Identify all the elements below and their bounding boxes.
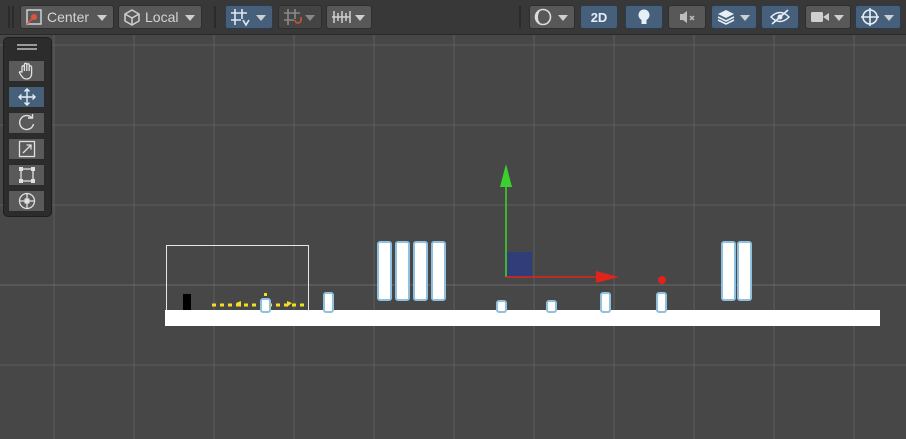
- move-tool-button[interactable]: [8, 86, 45, 108]
- chevron-down-icon: [185, 15, 195, 21]
- chevron-down-icon: [305, 15, 315, 21]
- mode-2d-toggle[interactable]: 2D: [580, 5, 618, 29]
- increment-snap-toggle[interactable]: [278, 5, 322, 29]
- gizmo-sphere-icon: [861, 8, 879, 26]
- space-dropdown[interactable]: Local: [118, 5, 202, 29]
- scene-canvas[interactable]: [0, 35, 906, 439]
- small-pillar[interactable]: [260, 298, 271, 313]
- chevron-down-icon: [558, 15, 568, 21]
- grid-snapping-toggle[interactable]: [225, 5, 273, 29]
- tall-pillar[interactable]: [413, 241, 428, 301]
- rotate-tool-button[interactable]: [8, 112, 45, 134]
- scene-grid: [0, 35, 906, 439]
- tall-pillar[interactable]: [377, 241, 392, 301]
- hand-tool-button[interactable]: [8, 60, 45, 82]
- pivot-icon: [26, 9, 42, 25]
- grid-snap-icon: [231, 9, 250, 27]
- gizmo-x-arrow-icon[interactable]: [596, 271, 619, 283]
- rect-tool-button[interactable]: [8, 164, 45, 186]
- grid-visibility-toggle[interactable]: [326, 5, 372, 29]
- mode-2d-label: 2D: [590, 9, 608, 25]
- toolbar-grip[interactable]: [12, 6, 14, 28]
- tall-pillar[interactable]: [395, 241, 410, 301]
- transform-tool-button[interactable]: [8, 190, 45, 212]
- chevron-down-icon: [884, 15, 894, 21]
- chevron-down-icon: [97, 15, 107, 21]
- tall-pillar[interactable]: [721, 241, 736, 301]
- tools-overlay: [3, 37, 52, 217]
- scene-visibility-toggle[interactable]: [761, 5, 799, 29]
- lightbulb-icon: [638, 9, 650, 24]
- gizmos-dropdown[interactable]: [855, 5, 901, 29]
- lighting-toggle[interactable]: [625, 5, 663, 29]
- chevron-down-icon: [256, 15, 266, 21]
- move-arrows-icon: [17, 88, 36, 106]
- red-marker[interactable]: [658, 276, 666, 284]
- scene-viewport[interactable]: [0, 35, 906, 439]
- space-label: Local: [145, 9, 179, 25]
- overlay-grip[interactable]: [17, 44, 37, 46]
- toolbar-grip[interactable]: [8, 6, 10, 28]
- pivot-dropdown[interactable]: Center: [20, 5, 114, 29]
- tall-pillar[interactable]: [431, 241, 446, 301]
- draw-mode-dropdown[interactable]: [529, 5, 575, 29]
- scene-toolbar: Center Local 2D: [0, 0, 906, 35]
- effects-dropdown[interactable]: [711, 5, 757, 29]
- small-pillar[interactable]: [600, 292, 611, 313]
- shading-sphere-icon: [534, 8, 552, 26]
- tall-pillar[interactable]: [737, 241, 752, 301]
- audio-toggle[interactable]: [668, 5, 706, 29]
- scale-icon: [18, 140, 35, 158]
- toolbar-grip[interactable]: [519, 6, 521, 28]
- path-arrow-right-icon: [287, 301, 292, 307]
- path-marker: [264, 293, 267, 296]
- chevron-down-icon: [834, 15, 844, 21]
- chevron-down-icon: [355, 15, 365, 21]
- gizmo-xy-plane-handle[interactable]: [507, 252, 532, 277]
- small-pillar[interactable]: [546, 300, 557, 313]
- player-object[interactable]: [183, 294, 191, 310]
- rotate-icon: [18, 114, 34, 131]
- transform-icon: [18, 192, 35, 210]
- cube-icon: [124, 9, 140, 26]
- hand-icon: [18, 62, 32, 80]
- ground-platform[interactable]: [165, 310, 880, 326]
- scale-tool-button[interactable]: [8, 138, 45, 160]
- small-pillar[interactable]: [323, 292, 334, 313]
- gizmo-y-arrow-icon[interactable]: [500, 164, 512, 187]
- rect-transform-icon: [18, 167, 35, 183]
- speaker-muted-icon: [680, 11, 695, 23]
- camera-settings-dropdown[interactable]: [805, 5, 851, 29]
- small-pillar[interactable]: [496, 300, 507, 313]
- small-pillar[interactable]: [656, 292, 667, 313]
- eye-hidden-icon: [769, 9, 791, 25]
- ruler-grid-icon: [332, 11, 351, 23]
- snap-magnet-icon: [284, 9, 302, 25]
- chevron-down-icon: [740, 15, 750, 21]
- overlay-grip[interactable]: [17, 48, 37, 50]
- move-gizmo[interactable]: [500, 164, 619, 283]
- toolbar-grip[interactable]: [214, 6, 216, 28]
- pivot-label: Center: [47, 9, 90, 25]
- camera-icon: [811, 12, 829, 22]
- layers-stack-icon: [717, 10, 735, 25]
